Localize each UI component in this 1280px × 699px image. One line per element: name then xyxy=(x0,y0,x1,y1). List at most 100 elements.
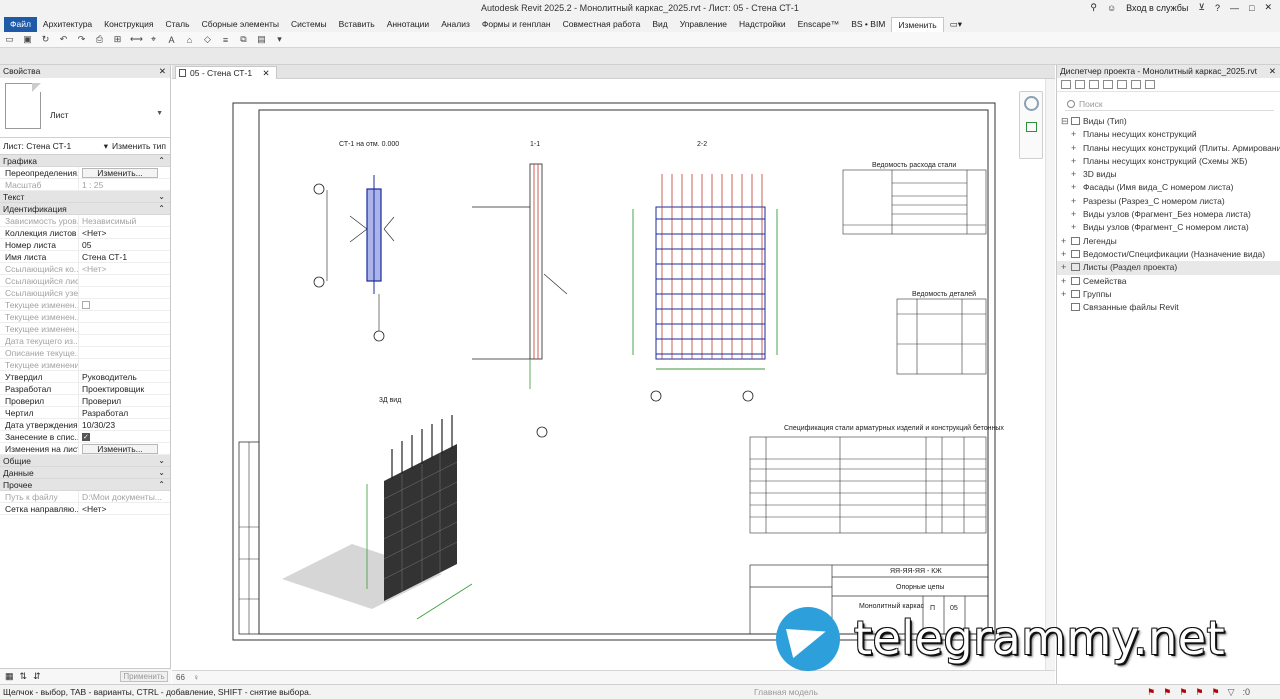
browser-tree-item[interactable]: + Листы (Раздел проекта) xyxy=(1057,261,1280,275)
groups-icon[interactable] xyxy=(1131,80,1141,89)
expand-icon[interactable]: + xyxy=(1071,208,1076,221)
maximize-button[interactable]: □ xyxy=(1249,3,1254,13)
steering-wheel-icon[interactable] xyxy=(1024,96,1039,111)
schedule-icon[interactable] xyxy=(1089,80,1099,89)
select-links-icon[interactable]: ⚑ xyxy=(1147,685,1155,699)
ribbon-tab[interactable]: Конструкция xyxy=(98,17,159,32)
edit-button[interactable]: Изменить... xyxy=(82,168,158,178)
expand-icon[interactable]: + xyxy=(1061,261,1066,274)
text-icon[interactable]: A xyxy=(166,35,177,45)
property-value[interactable]: <Нет> xyxy=(79,227,170,238)
ribbon-tab[interactable]: BS • BIM xyxy=(845,17,891,32)
switch-windows-icon[interactable]: ▤ xyxy=(256,34,267,45)
property-group-header[interactable]: Графика ⌃ xyxy=(0,155,170,167)
drawing-canvas[interactable]: СТ-1 на отм. 0.000 1-1 2-2 3Д вид Ведомо… xyxy=(172,79,1055,670)
navigation-bar[interactable] xyxy=(1019,91,1043,159)
help-icon[interactable]: ? xyxy=(1215,3,1220,13)
property-group-header[interactable]: Прочее ⌃ xyxy=(0,479,170,491)
browser-tree-item[interactable]: + Планы несущих конструкций xyxy=(1057,128,1280,141)
ribbon-tab[interactable]: Сборные элементы xyxy=(196,17,285,32)
expand-icon[interactable]: ⌄ xyxy=(158,467,165,479)
expand-icon[interactable]: + xyxy=(1061,248,1066,261)
sort-icon[interactable]: ⇅ xyxy=(20,671,28,682)
collapse-icon[interactable]: ⌃ xyxy=(158,203,165,215)
browser-tree-item[interactable]: + Разрезы (Разрез_С номером листа) xyxy=(1057,195,1280,208)
binoculars-icon[interactable]: ⚲ xyxy=(1090,2,1097,13)
views-icon[interactable] xyxy=(1075,80,1085,89)
sort-desc-icon[interactable]: ⇵ xyxy=(33,671,41,682)
browser-tree-item[interactable]: ⊟ Виды (Тип) xyxy=(1057,115,1280,128)
minimize-button[interactable]: — xyxy=(1230,3,1239,13)
apply-button[interactable]: Применить xyxy=(120,671,168,682)
expand-icon[interactable]: + xyxy=(1061,275,1066,288)
ribbon-tab[interactable]: Формы и генплан xyxy=(476,17,557,32)
expand-icon[interactable]: + xyxy=(1071,221,1076,234)
ribbon-tab[interactable]: Enscape™ xyxy=(792,17,846,32)
ribbon-tab[interactable]: Вставить xyxy=(333,17,381,32)
expand-icon[interactable]: + xyxy=(1071,195,1076,208)
instance-filter[interactable]: Лист: Стена СТ-1 xyxy=(3,141,104,151)
measure-icon[interactable]: ⊞ xyxy=(112,34,123,45)
save-icon[interactable]: ▣ xyxy=(22,34,33,45)
browser-tree-item[interactable]: + Фасады (Имя вида_С номером листа) xyxy=(1057,181,1280,194)
select-pinned-icon[interactable]: ⚑ xyxy=(1179,685,1187,699)
ribbon-tab[interactable]: Вид xyxy=(646,17,673,32)
links-icon[interactable] xyxy=(1145,80,1155,89)
property-value[interactable]: 10/30/23 xyxy=(79,419,170,430)
3d-view-icon[interactable]: ⌂ xyxy=(184,35,195,45)
ribbon-tab[interactable]: Совместная работа xyxy=(557,17,647,32)
browser-tree-item[interactable]: + Легенды xyxy=(1057,235,1280,248)
chevron-down-icon[interactable]: ▾ xyxy=(104,141,108,152)
filter-icon[interactable]: ▽ xyxy=(1228,685,1235,699)
drag-elements-icon[interactable]: ⚑ xyxy=(1211,685,1219,699)
property-value[interactable]: Изменить... xyxy=(79,167,170,178)
signin-link[interactable]: Вход в службы xyxy=(1126,3,1188,13)
vertical-scrollbar[interactable] xyxy=(1045,79,1055,670)
tab-sheet-05[interactable]: 05 - Стена СТ-1 ✕ xyxy=(175,66,277,79)
browser-tree-item[interactable]: + Семейства xyxy=(1057,275,1280,288)
select-face-icon[interactable]: ⚑ xyxy=(1195,685,1203,699)
visual-style-icon[interactable]: ♀ xyxy=(193,673,199,682)
browser-tree-item[interactable]: + Группы xyxy=(1057,288,1280,301)
print-icon[interactable]: ⎙ xyxy=(94,34,105,45)
dimension-icon[interactable]: ⟷ xyxy=(130,34,143,45)
property-group-header[interactable]: Общие ⌄ xyxy=(0,455,170,467)
edit-type-button[interactable]: Изменить тип xyxy=(112,141,170,151)
expand-icon[interactable]: + xyxy=(1061,288,1066,301)
browser-tree-item[interactable]: + Планы несущих конструкций (Плиты. Армир… xyxy=(1057,142,1280,155)
redo-icon[interactable]: ↷ xyxy=(76,34,87,45)
select-underlay-icon[interactable]: ⚑ xyxy=(1163,685,1171,699)
active-model[interactable]: Главная модель xyxy=(754,685,818,699)
checkbox[interactable] xyxy=(82,432,90,442)
undo-icon[interactable]: ↶ xyxy=(58,34,69,45)
property-value[interactable]: Руководитель xyxy=(79,371,170,382)
ribbon-tab[interactable]: Файл xyxy=(4,17,37,32)
browser-tree-item[interactable]: +3D виды xyxy=(1057,168,1280,181)
collapse-icon[interactable]: ⊟ xyxy=(1061,115,1069,128)
close-icon[interactable]: ✕ xyxy=(262,68,269,78)
property-value[interactable]: Проверил xyxy=(79,395,170,406)
customize-icon[interactable]: ▾ xyxy=(274,34,285,45)
property-value[interactable]: <Нет> xyxy=(79,503,170,514)
expand-icon[interactable]: + xyxy=(1071,181,1076,194)
expand-icon[interactable]: + xyxy=(1071,128,1076,141)
cart-icon[interactable]: ⊻ xyxy=(1198,2,1205,13)
ribbon-tab[interactable]: Системы xyxy=(285,17,333,32)
ribbon-tab[interactable]: Управление xyxy=(674,17,733,32)
edit-button[interactable]: Изменить... xyxy=(82,444,158,454)
collapse-icon[interactable]: ⌃ xyxy=(158,155,165,167)
grid-view-icon[interactable]: ▦ xyxy=(5,671,14,682)
property-value[interactable]: 05 xyxy=(79,239,170,250)
property-group-header[interactable]: Текст ⌄ xyxy=(0,191,170,203)
close-hidden-icon[interactable]: ⧉ xyxy=(238,34,249,45)
property-value[interactable]: Изменить... xyxy=(79,443,170,454)
browser-tree-item[interactable]: + Виды узлов (Фрагмент_Без номера листа) xyxy=(1057,208,1280,221)
ribbon-tab[interactable]: Надстройки xyxy=(733,17,792,32)
collapse-icon[interactable]: ⌃ xyxy=(158,479,165,491)
ribbon-tab[interactable]: Сталь xyxy=(160,17,196,32)
expand-icon[interactable]: ⌄ xyxy=(158,191,165,203)
expand-icon[interactable]: + xyxy=(1071,168,1076,181)
user-icon[interactable]: ☺ xyxy=(1107,3,1116,13)
expand-icon[interactable]: ⌄ xyxy=(158,455,165,467)
ribbon-options-icon[interactable]: ▭▾ xyxy=(944,17,968,32)
